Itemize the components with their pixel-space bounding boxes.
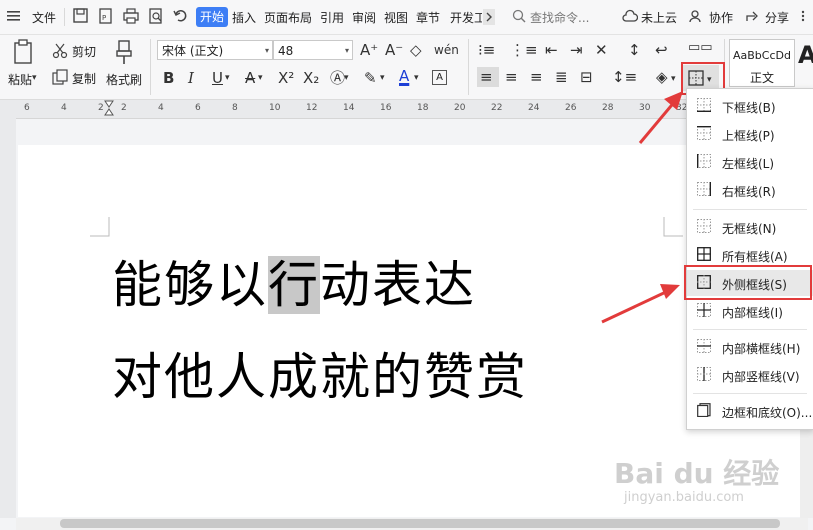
annotation-arrows bbox=[601, 91, 683, 324]
annotation-arrow-2-shaft bbox=[601, 289, 669, 324]
annotation-arrow-1-shaft bbox=[638, 99, 678, 144]
annotation-arrow-1-head bbox=[664, 91, 683, 110]
annotation-arrow-2-head bbox=[660, 284, 680, 299]
